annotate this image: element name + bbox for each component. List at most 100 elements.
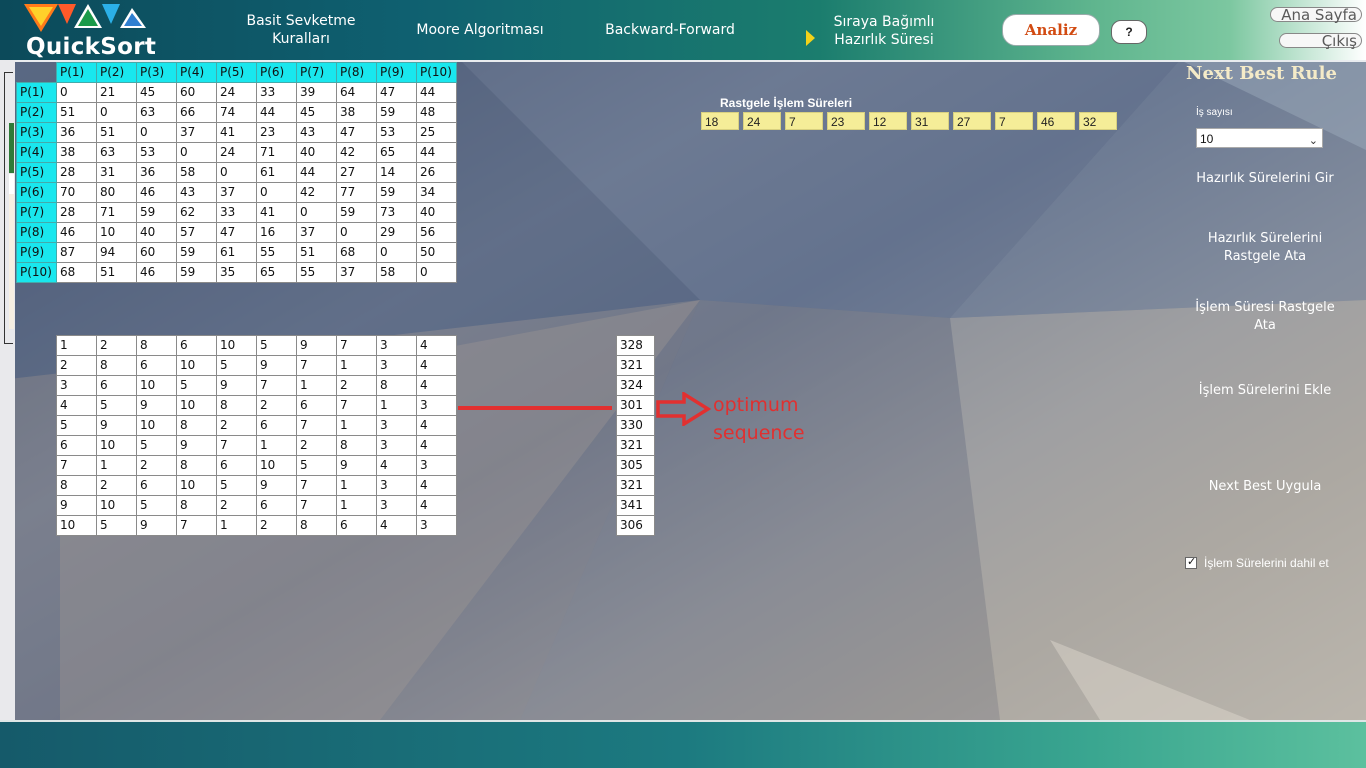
matrix-cell[interactable]: 59 xyxy=(176,242,217,263)
matrix-cell[interactable]: 58 xyxy=(176,162,217,183)
matrix-cell[interactable]: 27 xyxy=(336,162,377,183)
matrix-cell[interactable]: 87 xyxy=(56,242,97,263)
matrix-cell[interactable]: 44 xyxy=(296,162,337,183)
rastgele-value-box[interactable]: 7 xyxy=(995,112,1033,130)
matrix-cell[interactable]: 37 xyxy=(176,122,217,143)
matrix-cell[interactable]: 48 xyxy=(416,102,457,123)
islem-ekle-button[interactable]: İşlem Sürelerini Ekle xyxy=(1190,382,1340,400)
matrix-cell[interactable]: 61 xyxy=(256,162,297,183)
matrix-cell[interactable]: 36 xyxy=(56,122,97,143)
matrix-cell[interactable]: 70 xyxy=(56,182,97,203)
matrix-cell[interactable]: 0 xyxy=(96,102,137,123)
matrix-cell[interactable]: 46 xyxy=(56,222,97,243)
matrix-cell[interactable]: 53 xyxy=(376,122,417,143)
rastgele-value-box[interactable]: 27 xyxy=(953,112,991,130)
matrix-cell[interactable]: 53 xyxy=(136,142,177,163)
rastgele-value-box[interactable]: 23 xyxy=(827,112,865,130)
matrix-cell[interactable]: 36 xyxy=(136,162,177,183)
matrix-cell[interactable]: 57 xyxy=(176,222,217,243)
nav-backward-forward[interactable]: Backward-Forward xyxy=(598,21,742,39)
matrix-cell[interactable]: 43 xyxy=(176,182,217,203)
matrix-cell[interactable]: 47 xyxy=(376,82,417,103)
matrix-cell[interactable]: 40 xyxy=(136,222,177,243)
matrix-cell[interactable]: 59 xyxy=(336,202,377,223)
is-sayisi-select[interactable]: 10 ⌄ xyxy=(1196,128,1323,148)
matrix-cell[interactable]: 0 xyxy=(56,82,97,103)
cikis-button[interactable]: Çıkış xyxy=(1279,32,1362,50)
matrix-cell[interactable]: 59 xyxy=(376,102,417,123)
matrix-cell[interactable]: 45 xyxy=(296,102,337,123)
matrix-cell[interactable]: 37 xyxy=(296,222,337,243)
matrix-cell[interactable]: 37 xyxy=(216,182,257,203)
nav-moore-algoritmasi[interactable]: Moore Algoritması xyxy=(410,21,550,39)
matrix-cell[interactable]: 77 xyxy=(336,182,377,203)
matrix-cell[interactable]: 29 xyxy=(376,222,417,243)
matrix-cell[interactable]: 31 xyxy=(96,162,137,183)
hazirlik-rastgele-button[interactable]: Hazırlık Sürelerini Rastgele Ata xyxy=(1200,230,1330,266)
nav-siraya-bagimli[interactable]: Sıraya Bağımlı Hazırlık Süresi xyxy=(826,13,942,49)
matrix-cell[interactable]: 42 xyxy=(336,142,377,163)
rastgele-value-box[interactable]: 24 xyxy=(743,112,781,130)
matrix-cell[interactable]: 66 xyxy=(176,102,217,123)
matrix-cell[interactable]: 0 xyxy=(336,222,377,243)
matrix-cell[interactable]: 26 xyxy=(416,162,457,183)
matrix-cell[interactable]: 37 xyxy=(336,262,377,283)
matrix-cell[interactable]: 24 xyxy=(216,82,257,103)
matrix-cell[interactable]: 51 xyxy=(56,102,97,123)
matrix-cell[interactable]: 65 xyxy=(376,142,417,163)
matrix-cell[interactable]: 71 xyxy=(256,142,297,163)
matrix-cell[interactable]: 47 xyxy=(336,122,377,143)
matrix-cell[interactable]: 65 xyxy=(256,262,297,283)
matrix-cell[interactable]: 60 xyxy=(176,82,217,103)
matrix-cell[interactable]: 61 xyxy=(216,242,257,263)
matrix-cell[interactable]: 28 xyxy=(56,202,97,223)
matrix-cell[interactable]: 39 xyxy=(296,82,337,103)
matrix-cell[interactable]: 42 xyxy=(296,182,337,203)
matrix-cell[interactable]: 44 xyxy=(416,82,457,103)
matrix-cell[interactable]: 45 xyxy=(136,82,177,103)
matrix-cell[interactable]: 0 xyxy=(136,122,177,143)
nav-basit-sevketme[interactable]: Basit Sevketme Kuralları xyxy=(238,12,364,48)
matrix-cell[interactable]: 47 xyxy=(216,222,257,243)
matrix-cell[interactable]: 43 xyxy=(296,122,337,143)
matrix-cell[interactable]: 33 xyxy=(216,202,257,223)
matrix-cell[interactable]: 55 xyxy=(256,242,297,263)
matrix-cell[interactable]: 55 xyxy=(296,262,337,283)
rastgele-value-box[interactable]: 12 xyxy=(869,112,907,130)
matrix-cell[interactable]: 0 xyxy=(176,142,217,163)
matrix-cell[interactable]: 21 xyxy=(96,82,137,103)
hazirlik-gir-button[interactable]: Hazırlık Sürelerini Gir xyxy=(1190,170,1340,188)
matrix-cell[interactable]: 50 xyxy=(416,242,457,263)
matrix-cell[interactable]: 68 xyxy=(56,262,97,283)
matrix-cell[interactable]: 0 xyxy=(216,162,257,183)
rastgele-value-box[interactable]: 32 xyxy=(1079,112,1117,130)
matrix-cell[interactable]: 59 xyxy=(136,202,177,223)
matrix-cell[interactable]: 0 xyxy=(256,182,297,203)
matrix-cell[interactable]: 46 xyxy=(136,262,177,283)
matrix-cell[interactable]: 94 xyxy=(96,242,137,263)
matrix-cell[interactable]: 24 xyxy=(216,142,257,163)
matrix-cell[interactable]: 28 xyxy=(56,162,97,183)
matrix-cell[interactable]: 10 xyxy=(96,222,137,243)
matrix-cell[interactable]: 63 xyxy=(96,142,137,163)
ana-sayfa-button[interactable]: Ana Sayfa xyxy=(1270,6,1362,24)
rastgele-value-box[interactable]: 7 xyxy=(785,112,823,130)
matrix-cell[interactable]: 44 xyxy=(416,142,457,163)
next-best-button[interactable]: Next Best Uygula xyxy=(1190,478,1340,496)
matrix-cell[interactable]: 0 xyxy=(376,242,417,263)
matrix-cell[interactable]: 40 xyxy=(416,202,457,223)
matrix-cell[interactable]: 44 xyxy=(256,102,297,123)
matrix-cell[interactable]: 56 xyxy=(416,222,457,243)
matrix-cell[interactable]: 34 xyxy=(416,182,457,203)
islem-dahil-checkbox[interactable]: ✓ xyxy=(1185,556,1197,569)
matrix-cell[interactable]: 35 xyxy=(216,262,257,283)
islem-rastgele-button[interactable]: İşlem Süresi Rastgele Ata xyxy=(1190,299,1340,335)
matrix-cell[interactable]: 63 xyxy=(136,102,177,123)
matrix-cell[interactable]: 74 xyxy=(216,102,257,123)
rastgele-value-box[interactable]: 31 xyxy=(911,112,949,130)
matrix-cell[interactable]: 38 xyxy=(56,142,97,163)
matrix-cell[interactable]: 51 xyxy=(96,262,137,283)
rastgele-value-box[interactable]: 46 xyxy=(1037,112,1075,130)
matrix-cell[interactable]: 51 xyxy=(296,242,337,263)
help-button[interactable]: ? xyxy=(1111,20,1147,44)
